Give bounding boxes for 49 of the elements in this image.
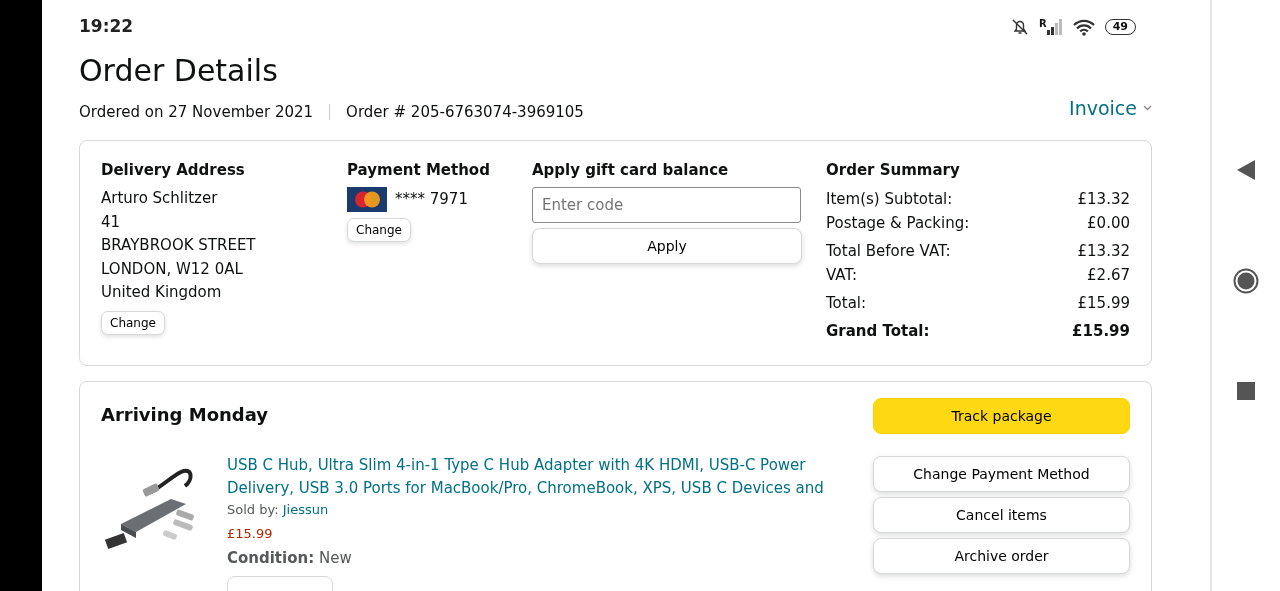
seller-link[interactable]: Jiessun [282,502,329,517]
summary-value: £0.00 [1087,213,1130,234]
summary-value: £13.32 [1077,189,1130,210]
roaming-indicator: R [1039,19,1047,29]
sold-by-label: Sold by: [227,502,279,517]
wifi-icon [1072,18,1095,36]
action-button[interactable]: Cancel items [873,497,1130,533]
action-button[interactable]: Change Payment Method [873,456,1130,492]
section-heading: Payment Method [347,159,491,181]
page-title: Order Details [79,54,279,87]
arrival-heading: Arriving Monday [101,403,270,427]
address-line: 41 [101,211,122,233]
apply-button[interactable]: Apply [532,228,802,264]
invoice-dropdown[interactable]: Invoice [1069,94,1152,123]
status-time: 19:22 [79,15,134,39]
section-heading: Apply gift card balance [532,159,730,181]
summary-value: £2.67 [1087,265,1130,286]
summary-label: Total: [826,293,867,314]
summary-value: £15.99 [1077,293,1130,314]
gift-code-field[interactable]: Enter code [532,187,801,223]
summary-label: Grand Total: [826,321,930,342]
card-number: **** 7971 [395,189,468,211]
back-icon[interactable] [1237,160,1255,180]
chevron-down-icon [1143,105,1152,112]
product-title-link[interactable]: USB C Hub, Ultra Slim 4-in-1 Type C Hub Adapter with 4K HDMI, USB-C Power Delivery, USB 3.0 Ports for MacBook/Pro, ChromeBook, XPS, USB C Devices and [227,454,827,500]
address-line: Arturo Schlitzer [101,188,219,209]
summary-label: Total Before VAT: [826,241,951,262]
address-line: BRAYBROOK STREET [101,235,257,256]
order-date: Ordered on 27 November 2021 [79,102,314,123]
order-number: Order # 205-6763074-3969105 [346,102,584,123]
summary-value: £13.32 [1077,241,1130,262]
summary-value: £15.99 [1072,321,1130,342]
home-icon[interactable] [1233,268,1259,294]
action-button[interactable]: Archive order [873,538,1130,574]
item-price: £15.99 [227,524,274,543]
section-heading: Delivery Address [101,159,246,181]
signal-icon [1046,19,1063,35]
address-line: LONDON, W12 0AL [101,258,244,280]
action-button[interactable]: Track package [873,398,1130,434]
muted-bell-icon [1011,18,1029,36]
summary-label: Item(s) Subtotal: [826,189,953,210]
summary-label: Postage & Packing: [826,213,970,234]
item-condition: Condition: New [227,549,352,567]
change-address-button[interactable]: Change [101,310,165,335]
change-payment-button[interactable]: Change [347,218,411,242]
summary-label: VAT: [826,265,857,286]
card-icon [347,187,387,212]
section-heading: Order Summary [826,159,961,181]
address-line: United Kingdom [101,282,223,303]
